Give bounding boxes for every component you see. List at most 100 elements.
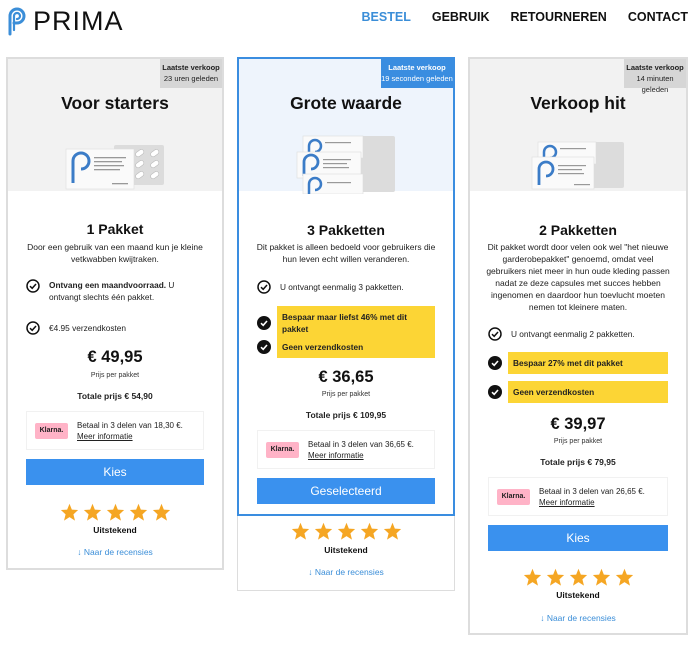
more-info-link[interactable]: Meer informatie [539,497,645,508]
choose-button[interactable]: Kies [488,525,668,551]
reviews-link[interactable]: ↓ Naar de recensies [470,613,686,623]
star-icon [592,568,610,586]
card-header-area: Laatste verkoop 14 minuten geleden Verko… [470,59,686,191]
site-header: PRIMA BESTEL GEBRUIK RETOURNEREN CONTACT [0,0,700,40]
klarna-text: Betaal in 3 delen van 18,30 €. Meer info… [77,420,183,442]
rating-label: Uitstekend [93,525,137,535]
rating-stars [470,568,686,586]
total-price: Totale prijs € 109,95 [305,410,387,420]
last-sale-badge: Laatste verkoop 14 minuten geleden [624,59,686,94]
price-per-package: € 49,95 [87,348,143,366]
check-circle-icon [488,327,502,341]
star-icon [360,522,378,540]
package-title: 3 Pakketten [307,222,385,238]
feature-text: U ontvangt eenmalig 2 pakketten. [511,329,635,339]
card-title: Grote waarde [290,93,402,113]
check-circle-filled-icon [488,356,502,370]
klarna-logo: Klarna. [35,422,68,439]
reviews-link-text: Naar de recensies [83,547,153,557]
rating-label: Uitstekend [556,590,600,600]
rating-stars [8,503,222,521]
feature-text: Ontvang een maandvoorraad. U ontvangt sl… [49,279,204,303]
badge-title: Laatste verkoop [162,63,220,72]
reviews-link-text: Naar de recensies [314,567,384,577]
star-icon [615,568,633,586]
reviews-link[interactable]: ↓ Naar de recensies [8,547,222,557]
check-circle-icon [26,321,40,335]
main-nav: BESTEL GEBRUIK RETOURNEREN CONTACT [362,10,688,24]
price-per-package: € 36,65 [318,368,374,386]
product-box-image [296,135,395,194]
star-icon [314,522,332,540]
star-icon [383,522,401,540]
total-price: Totale prijs € 79,95 [540,457,616,467]
feature-text: Bespaar 27% met dit pakket [508,352,668,374]
klarna-installments: Betaal in 3 delen van 26,65 €. [539,486,645,496]
nav-contact[interactable]: CONTACT [628,10,688,24]
star-icon [546,568,564,586]
product-box-image [65,145,164,190]
badge-title: Laatste verkoop [626,63,684,72]
badge-time: 19 seconden geleden [381,74,453,83]
nav-bestel[interactable]: BESTEL [362,10,411,24]
package-description: Dit pakket wordt door velen ook wel "het… [486,242,670,312]
price-label: Prijs per pakket [90,372,140,379]
star-icon [569,568,587,586]
star-icon [129,503,147,521]
check-circle-filled-icon [488,385,502,399]
feature-item-highlighted: Bespaar maar liefst 46% met dit pakket [257,306,435,340]
feature-text: U ontvangt eenmalig 3 pakketten. [280,282,404,292]
klarna-box: Klarna. Betaal in 3 delen van 26,65 €. M… [488,477,668,516]
feature-item: €4.95 verzendkosten [26,321,204,335]
check-circle-icon [26,279,40,293]
card-title: Verkoop hit [530,93,626,113]
rating-label: Uitstekend [324,545,368,555]
star-icon [152,503,170,521]
star-icon [523,568,541,586]
logo[interactable]: PRIMA [6,6,124,36]
reviews-link-text: Naar de recensies [546,613,616,623]
reviews-link[interactable]: ↓ Naar de recensies [238,567,454,577]
feature-item: U ontvangt eenmalig 2 pakketten. [488,327,668,341]
total-price: Totale prijs € 54,90 [77,391,153,401]
star-icon [291,522,309,540]
klarna-installments: Betaal in 3 delen van 18,30 €. [77,420,183,430]
klarna-box: Klarna. Betaal in 3 delen van 36,65 €. M… [257,430,435,469]
offer-card-best-value: Laatste verkoop 19 seconden geleden Grot… [237,57,455,516]
logo-text: PRIMA [33,6,124,36]
star-icon [106,503,124,521]
package-description: Dit pakket is alleen bedoeld voor gebrui… [256,242,436,264]
featured-card-wrapper: Uitstekend ↓ Naar de recensies [237,510,455,591]
price-per-package: € 39,97 [550,415,606,433]
selected-button[interactable]: Geselecteerd [257,478,435,504]
price-label: Prijs per pakket [553,438,603,445]
rating-stars [238,522,454,540]
more-info-link[interactable]: Meer informatie [308,450,414,461]
feature-text: Geen verzendkosten [277,336,435,358]
more-info-link[interactable]: Meer informatie [77,431,183,442]
feature-text: Bespaar maar liefst 46% met dit pakket [277,306,435,340]
klarna-installments: Betaal in 3 delen van 36,65 €. [308,439,414,449]
feature-item-highlighted: Geen verzendkosten [257,336,435,358]
nav-retourneren[interactable]: RETOURNEREN [511,10,607,24]
klarna-logo: Klarna. [266,441,299,458]
check-circle-filled-icon [257,316,271,330]
choose-button[interactable]: Kies [26,459,204,485]
last-sale-badge: Laatste verkoop 23 uren geleden [160,59,222,88]
feature-text: €4.95 verzendkosten [49,323,127,333]
offer-card-starters: Laatste verkoop 23 uren geleden Voor sta… [6,57,224,570]
package-title: 1 Pakket [86,221,144,237]
nav-gebruik[interactable]: GEBRUIK [432,10,490,24]
card-header-area: Laatste verkoop 19 seconden geleden Grot… [239,59,453,194]
feature-text: Geen verzendkosten [508,381,668,403]
star-icon [337,522,355,540]
badge-time: 14 minuten geleden [636,74,674,94]
prima-logo-icon [8,7,26,36]
badge-time: 23 uren geleden [163,74,219,83]
card-title: Voor starters [61,93,169,113]
feature-bold-text: Ontvang een maandvoorraad. [49,280,167,290]
check-circle-filled-icon [257,340,271,354]
klarna-logo: Klarna. [497,488,530,505]
star-icon [60,503,78,521]
feature-item: Ontvang een maandvoorraad. U ontvangt sl… [26,279,204,303]
